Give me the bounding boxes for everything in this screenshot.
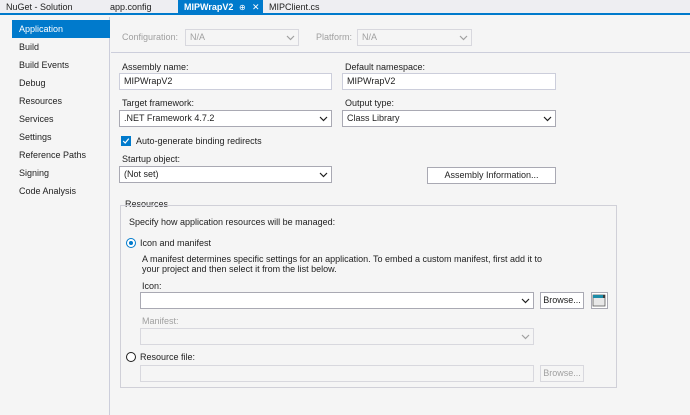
target-framework-dropdown[interactable]: .NET Framework 4.7.2 <box>119 110 332 127</box>
sidebar-item-build[interactable]: Build <box>12 38 110 56</box>
chevron-down-icon <box>286 35 295 41</box>
sidebar-item-application[interactable]: Application <box>12 20 110 38</box>
configuration-value: N/A <box>190 32 206 42</box>
startup-object-label: Startup object: <box>122 154 181 164</box>
chevron-down-icon <box>521 334 530 340</box>
application-properties-panel: Configuration: N/A Platform: N/A Assembl… <box>111 17 690 415</box>
icon-dropdown[interactable] <box>140 292 534 309</box>
icon-browse-button[interactable]: Browse... <box>540 292 584 309</box>
binding-redirects-label: Auto-generate binding redirects <box>136 136 262 146</box>
icon-preview <box>591 292 608 309</box>
application-icon <box>592 294 606 307</box>
tab-mipwrapv2[interactable]: MIPWrapV2 ⊕ ✕ <box>178 0 263 15</box>
close-icon[interactable]: ✕ <box>252 0 260 15</box>
default-namespace-field[interactable]: MIPWrapV2 <box>342 73 556 90</box>
sidebar: Application Build Build Events Debug Res… <box>0 17 110 415</box>
platform-dropdown[interactable]: N/A <box>357 29 472 46</box>
tab-label: NuGet - Solution <box>6 2 73 12</box>
assembly-name-field[interactable]: MIPWrapV2 <box>119 73 332 90</box>
tab-nuget-solution[interactable]: NuGet - Solution <box>0 0 104 15</box>
chevron-down-icon <box>459 35 468 41</box>
manifest-help-line-1: A manifest determines specific settings … <box>142 254 543 264</box>
sidebar-item-settings[interactable]: Settings <box>12 128 110 146</box>
target-framework-label: Target framework: <box>122 98 195 108</box>
assembly-information-button[interactable]: Assembly Information... <box>427 167 556 184</box>
manifest-dropdown[interactable] <box>140 328 534 345</box>
resource-file-radio[interactable] <box>126 352 136 362</box>
tab-app-config[interactable]: app.config <box>104 0 178 15</box>
output-type-label: Output type: <box>345 98 395 108</box>
resources-description: Specify how application resources will b… <box>129 217 336 227</box>
manifest-help-line-2: your project and then select it from the… <box>142 264 337 274</box>
output-type-dropdown[interactable]: Class Library <box>342 110 556 127</box>
chevron-down-icon <box>319 172 328 178</box>
chevron-down-icon <box>319 116 328 122</box>
sidebar-item-services[interactable]: Services <box>12 110 110 128</box>
sidebar-item-build-events[interactable]: Build Events <box>12 56 110 74</box>
configuration-dropdown[interactable]: N/A <box>185 29 299 46</box>
tab-label: MIPClient.cs <box>269 2 320 12</box>
startup-object-dropdown[interactable]: (Not set) <box>119 166 332 183</box>
configuration-label: Configuration: <box>122 32 179 42</box>
document-tab-strip: NuGet - Solution app.config MIPWrapV2 ⊕ … <box>0 0 690 15</box>
pin-icon[interactable]: ⊕ <box>239 0 246 15</box>
icon-label: Icon: <box>142 281 162 291</box>
sidebar-item-signing[interactable]: Signing <box>12 164 110 182</box>
sidebar-item-debug[interactable]: Debug <box>12 74 110 92</box>
resource-file-field[interactable] <box>140 365 534 382</box>
chevron-down-icon <box>543 116 552 122</box>
header-divider <box>111 52 690 53</box>
checkmark-icon <box>122 138 130 144</box>
tab-label: MIPWrapV2 <box>184 2 234 12</box>
platform-label: Platform: <box>316 32 353 42</box>
target-framework-value: .NET Framework 4.7.2 <box>124 113 215 123</box>
manifest-label: Manifest: <box>142 316 179 326</box>
platform-value: N/A <box>362 32 378 42</box>
sidebar-item-resources[interactable]: Resources <box>12 92 110 110</box>
output-type-value: Class Library <box>347 113 400 123</box>
chevron-down-icon <box>521 298 530 304</box>
default-namespace-label: Default namespace: <box>345 62 426 72</box>
startup-object-value: (Not set) <box>124 169 159 179</box>
sidebar-item-reference-paths[interactable]: Reference Paths <box>12 146 110 164</box>
sidebar-item-code-analysis[interactable]: Code Analysis <box>12 182 110 200</box>
icon-and-manifest-label: Icon and manifest <box>140 238 212 248</box>
tab-mipclient-cs[interactable]: MIPClient.cs <box>263 0 347 15</box>
assembly-name-label: Assembly name: <box>122 62 189 72</box>
resource-file-browse-button[interactable]: Browse... <box>540 365 584 382</box>
resource-file-label: Resource file: <box>140 352 196 362</box>
tab-label: app.config <box>110 2 152 12</box>
binding-redirects-checkbox[interactable] <box>121 136 131 146</box>
icon-and-manifest-radio[interactable] <box>126 238 136 248</box>
